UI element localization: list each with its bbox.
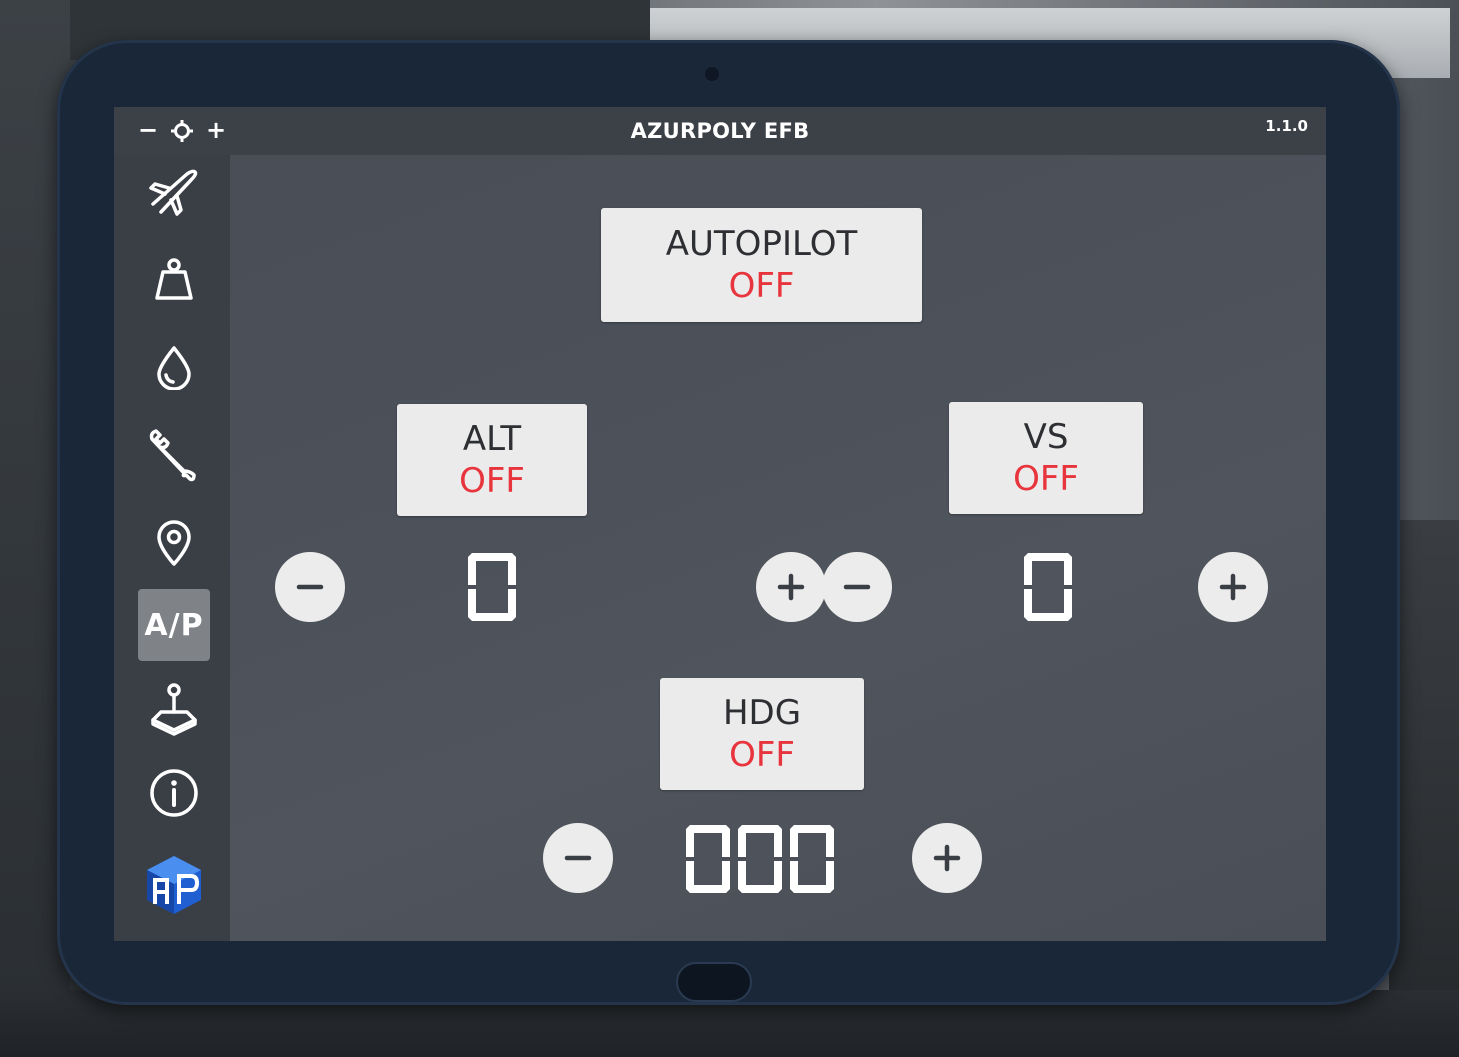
tablet-home-button[interactable]: [676, 962, 752, 1002]
info-icon: [150, 769, 198, 817]
sidebar-item-map[interactable]: [138, 507, 210, 579]
hdg-seven-seg-digits: [686, 825, 834, 893]
droplet-icon: [157, 346, 191, 390]
plus-icon: [777, 573, 805, 601]
autopilot-master-label: AUTOPILOT: [665, 224, 858, 264]
plus-icon: [1219, 573, 1247, 601]
sidebar: A/P: [114, 155, 222, 941]
vs-hold-button[interactable]: VS OFF: [949, 402, 1143, 514]
hdg-value-display: 000: [682, 821, 842, 901]
location-pin-icon: [157, 520, 191, 566]
sidebar-item-info[interactable]: [138, 757, 210, 829]
hdg-label: HDG: [722, 693, 802, 733]
alt-state: OFF: [459, 461, 525, 501]
plus-icon: [933, 844, 961, 872]
sidebar-item-flight[interactable]: [138, 155, 210, 227]
weight-icon: [155, 258, 193, 300]
hdg-decrease-button[interactable]: [543, 823, 613, 893]
alt-seven-seg-digit: [468, 553, 516, 621]
sidebar-item-payload[interactable]: [138, 243, 210, 315]
top-bar: − + AZURPOLY EFB 1.1.0: [114, 107, 1326, 155]
vs-increase-button[interactable]: [1198, 552, 1268, 622]
efb-screen: − + AZURPOLY EFB 1.1.0 A/P AUTOPILOT OFF…: [114, 107, 1326, 941]
minus-icon: [564, 855, 592, 861]
azurpoly-logo: [147, 856, 201, 914]
autopilot-tab-label: A/P: [144, 607, 204, 643]
alt-decrease-button[interactable]: [275, 552, 345, 622]
sidebar-item-fuel[interactable]: [138, 331, 210, 403]
joystick-icon: [151, 683, 197, 736]
vs-decrease-button[interactable]: [822, 552, 892, 622]
alt-increase-button[interactable]: [756, 552, 826, 622]
vs-label: VS: [1023, 417, 1069, 457]
sidebar-item-tools[interactable]: [138, 419, 210, 491]
app-version: 1.1.0: [1265, 117, 1308, 135]
vs-value-display: 0: [1008, 549, 1088, 629]
minus-icon: [296, 584, 324, 590]
hdg-increase-button[interactable]: [912, 823, 982, 893]
tablet-camera: [705, 67, 719, 81]
airplane-icon: [149, 169, 198, 216]
hdg-state: OFF: [729, 735, 795, 775]
app-title: AZURPOLY EFB: [630, 119, 810, 143]
autopilot-master-state: OFF: [728, 266, 795, 306]
autopilot-master-button[interactable]: AUTOPILOT OFF: [601, 208, 922, 322]
alt-hold-button[interactable]: ALT OFF: [397, 404, 587, 516]
minus-icon: [843, 584, 871, 590]
wrench-icon: [149, 429, 196, 482]
sidebar-item-controls[interactable]: [138, 673, 210, 745]
alt-value-display: 0: [452, 549, 532, 629]
vs-state: OFF: [1013, 459, 1079, 499]
autopilot-page: AUTOPILOT OFF ALT OFF 0 VS OFF 0: [230, 155, 1326, 941]
sidebar-item-logo[interactable]: [138, 849, 210, 921]
vs-seven-seg-digit: [1024, 553, 1072, 621]
alt-label: ALT: [462, 419, 522, 459]
sidebar-item-autopilot[interactable]: A/P: [138, 589, 210, 661]
hdg-hold-button[interactable]: HDG OFF: [660, 678, 864, 790]
